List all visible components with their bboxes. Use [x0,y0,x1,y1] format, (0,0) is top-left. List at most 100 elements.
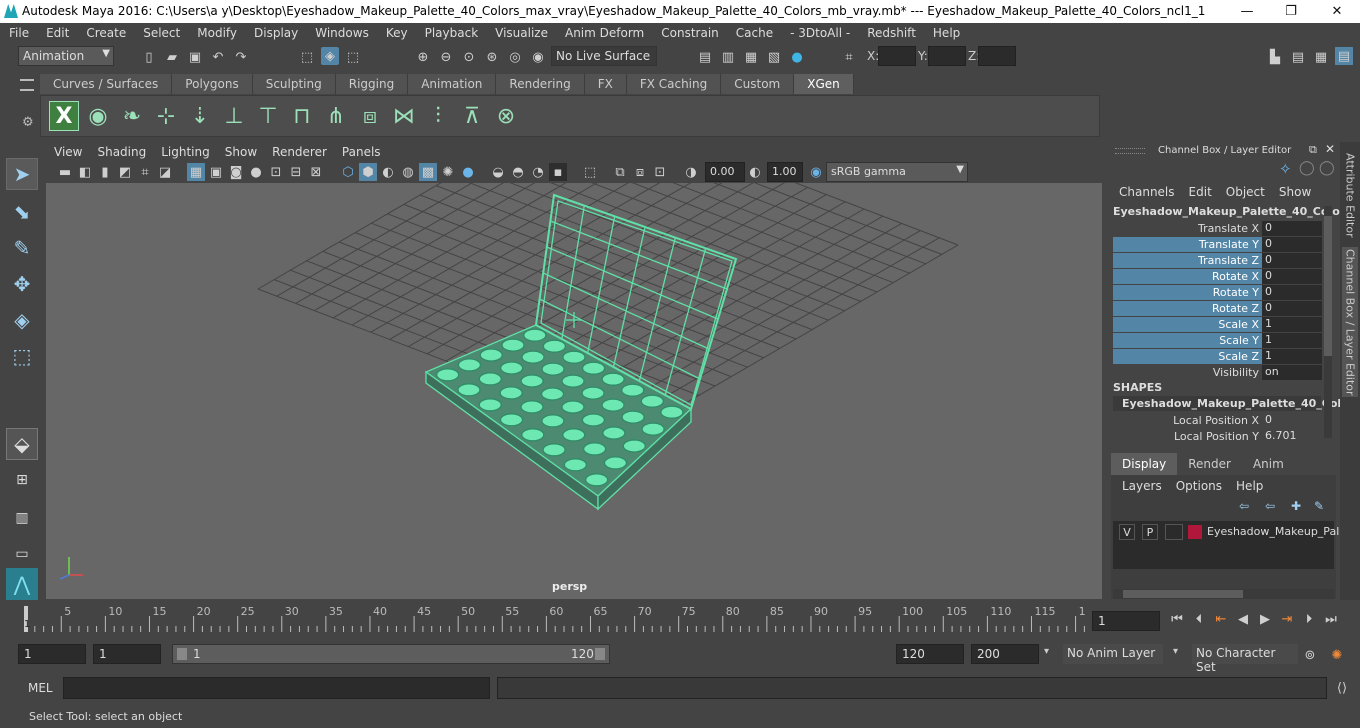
xgen-delete-icon[interactable]: ⊗ [491,101,521,131]
tab-animation[interactable]: Animation [408,74,497,94]
menu-anim-deform[interactable]: Anim Deform [565,26,644,40]
exposure-field[interactable]: 0.00 [705,162,745,182]
attr-row[interactable]: Scale Z1 [1113,349,1322,364]
rotate-tool-icon[interactable]: ◈ [6,304,38,336]
resolution-gate-icon[interactable]: ◔ [529,163,547,181]
gamma-icon[interactable]: ◐ [746,163,764,181]
render-settings-icon[interactable]: ▧ [765,48,783,66]
tab-curves-surfaces[interactable]: Curves / Surfaces [40,74,173,94]
safe-frame-icon[interactable]: ▪ [549,163,567,181]
anim-layer-dropdown[interactable]: No Anim Layer [1063,644,1163,664]
cb-menu-edit[interactable]: Edit [1189,185,1212,199]
single-view-layout-icon[interactable]: ⬙ [6,428,38,460]
play-backwards-icon[interactable]: ◀ [1234,610,1252,628]
layer-hscrollbar[interactable] [1113,589,1334,599]
tab-fx-caching[interactable]: FX Caching [626,74,722,94]
hud-icon[interactable]: ◒ [489,163,507,181]
transform-mode-icon[interactable]: ⌗ [840,48,858,66]
auto-key-icon[interactable]: ⊚ [1301,646,1319,664]
shape-name-row[interactable]: Eyeshadow_Makeup_Palette_40_Col... [1113,396,1354,411]
two-view-layout-icon[interactable]: ▥ [6,502,38,534]
modeling-toolkit-icon[interactable]: ▤ [1289,48,1307,66]
restore-button[interactable]: ❐ [1280,2,1302,20]
xgen-editor-icon[interactable]: X [49,101,79,131]
tab-rigging[interactable]: Rigging [335,74,409,94]
menu-modify[interactable]: Modify [197,26,237,40]
tab-anim[interactable]: Anim [1241,453,1295,475]
image-plane-icon[interactable]: ◩ [116,163,134,181]
cb-menu-show[interactable]: Show [1279,185,1311,199]
attr-value[interactable]: 6.701 [1262,429,1322,444]
mode-dropdown[interactable]: Animation ▼ [18,46,114,66]
attr-value[interactable]: 0 [1262,413,1322,428]
xgen-groom-icon[interactable]: ⋈ [389,101,419,131]
layer-visibility-toggle[interactable]: V [1119,524,1135,540]
multisample-aa-icon[interactable]: ✺ [439,163,457,181]
open-scene-icon[interactable]: ▰ [163,48,181,66]
vp-menu-lighting[interactable]: Lighting [161,145,210,159]
select-camera-icon[interactable]: ⬚ [581,163,599,181]
sign-in-icon[interactable]: ▙ [1266,48,1284,66]
maya-home-icon[interactable]: ⋀ [6,568,38,600]
attr-row[interactable]: Local Position Y 6.701 [1113,429,1321,444]
attr-row[interactable]: Translate X0 [1113,221,1322,236]
attr-value[interactable]: on [1262,365,1322,380]
step-back-frame-icon[interactable]: ⏴ [1190,610,1208,628]
range-handle-start[interactable] [177,648,187,660]
lasso-tool-icon[interactable]: ⬊ [6,196,38,228]
pin-panel-icon[interactable]: ◯ [1319,160,1335,176]
gamma-field[interactable]: 1.00 [767,162,803,182]
frame-selected-icon[interactable]: ⧈ [631,163,649,181]
motion-blur-icon[interactable]: ▩ [419,163,437,181]
le-menu-help[interactable]: Help [1236,479,1263,493]
attr-row[interactable]: Translate Z0 [1113,253,1322,268]
z-field[interactable] [978,46,1016,66]
y-field[interactable] [928,46,966,66]
menu-key[interactable]: Key [386,26,408,40]
channel-box-tab[interactable]: Channel Box / Layer Editor [1342,247,1358,397]
xgen-place-guide-icon[interactable]: ⇣ [185,101,215,131]
current-frame-field[interactable]: 1 [1092,611,1160,631]
close-button[interactable]: ✕ [1326,2,1348,20]
tab-display[interactable]: Display [1111,453,1178,475]
cb-scrollbar[interactable] [1324,206,1332,438]
attr-row[interactable]: Scale Y1 [1113,333,1322,348]
cb-menu-object[interactable]: Object [1226,185,1265,199]
new-layer-icon[interactable]: ✚ [1291,499,1301,513]
step-forward-frame-icon[interactable]: ⏵ [1300,610,1318,628]
vp-menu-panels[interactable]: Panels [342,145,381,159]
xgen-add-guides-icon[interactable]: ⊥ [219,101,249,131]
tab-render[interactable]: Render [1177,453,1242,475]
move-layer-down-icon[interactable]: ⇦ [1265,499,1275,513]
tab-sculpting[interactable]: Sculpting [252,74,336,94]
time-slider[interactable]: 5 10 15 20 25 30 35 40 45 50 55 60 65 70 75 80 85 90 95 100… [18,604,1093,634]
attr-value[interactable]: 1 [1262,333,1322,348]
tab-polygons[interactable]: Polygons [172,74,253,94]
move-panel-icon[interactable]: ◯ [1299,160,1315,176]
select-component-icon[interactable]: ⬚ [344,48,362,66]
character-set-dropdown[interactable]: No Character Set [1192,644,1298,674]
menu-file[interactable]: File [9,26,29,40]
ipr-render-icon[interactable]: ▦ [742,48,760,66]
axis-toggle-icon[interactable]: ✧ [1279,160,1292,178]
tab-rendering[interactable]: Rendering [496,74,585,94]
le-menu-layers[interactable]: Layers [1122,479,1162,493]
mel-input[interactable] [63,677,490,699]
attr-value[interactable]: 0 [1262,301,1322,316]
attr-row[interactable]: Rotate Y0 [1113,285,1322,300]
new-layer-selected-icon[interactable]: ✎ [1314,499,1324,513]
move-tool-icon[interactable]: ✥ [6,268,38,300]
scale-tool-icon[interactable]: ⬚ [6,340,38,372]
end-frame-field[interactable]: 200 [971,644,1039,664]
wireframe-icon[interactable]: ▦ [187,163,205,181]
render-frame-icon[interactable]: ▥ [719,48,737,66]
xgen-add-guide-icon[interactable]: ⊹ [151,101,181,131]
render-view-icon[interactable]: ▤ [696,48,714,66]
minimize-button[interactable]: — [1236,2,1258,20]
menu-redshift[interactable]: Redshift [867,26,916,40]
select-hierarchy-icon[interactable]: ⬚ [298,48,316,66]
snap-view-plane-icon[interactable]: ⊛ [483,48,501,66]
menu-visualize[interactable]: Visualize [495,26,548,40]
camera-attr-icon[interactable]: ◧ [76,163,94,181]
step-forward-key-icon[interactable]: ⇥ [1278,610,1296,628]
